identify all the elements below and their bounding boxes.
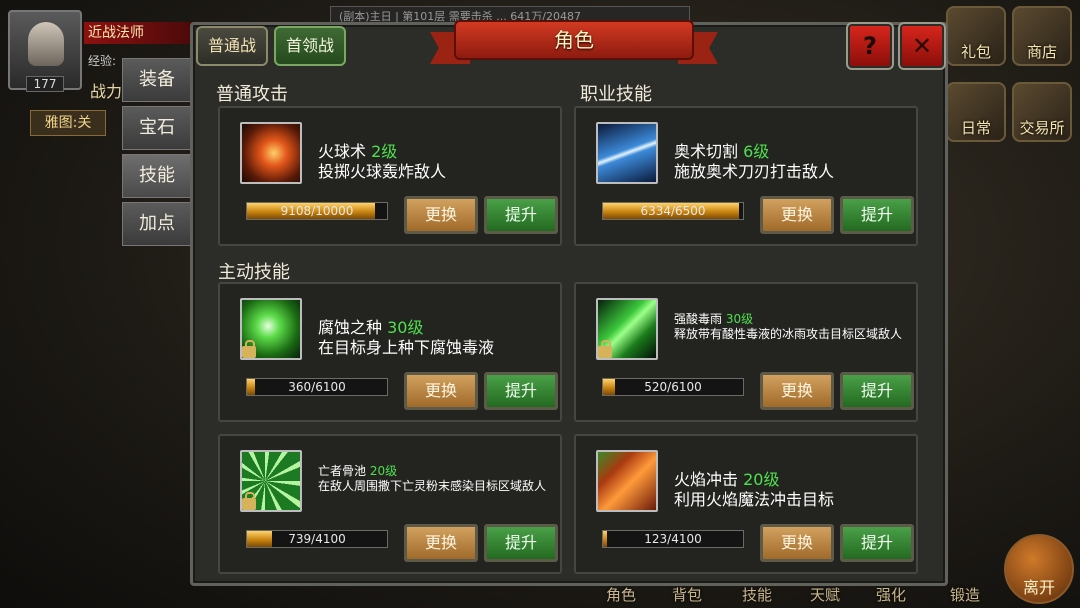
fireball-icon[interactable] xyxy=(240,122,302,184)
tab-skills[interactable]: 技能 xyxy=(122,154,192,198)
skill-exp-bar: 123/4100 xyxy=(602,530,744,548)
acid-rain-icon[interactable] xyxy=(596,298,658,360)
skill-card: 奥术切割 6级 施放奥术刀刃打击敌人 6334/6500 更换 提升 xyxy=(574,106,918,246)
swap-button[interactable]: 更换 xyxy=(404,196,478,234)
player-name: 近战法师 xyxy=(84,22,194,44)
lock-icon xyxy=(598,340,612,358)
exp-text: 9108/10000 xyxy=(280,204,354,218)
trade-button[interactable]: 交易所 xyxy=(1012,82,1072,142)
swap-button[interactable]: 更换 xyxy=(760,196,834,234)
lock-icon xyxy=(242,492,256,510)
skill-exp-bar: 739/4100 xyxy=(246,530,388,548)
arcane-slash-icon[interactable] xyxy=(596,122,658,184)
power-label: 战力 xyxy=(90,82,123,101)
swap-button[interactable]: 更换 xyxy=(404,372,478,410)
bone-pool-icon[interactable] xyxy=(240,450,302,512)
skill-card: 火焰冲击 20级 利用火焰魔法冲击目标 123/4100 更换 提升 xyxy=(574,434,918,574)
exp-text: 123/4100 xyxy=(644,532,702,546)
upgrade-button[interactable]: 提升 xyxy=(484,196,558,234)
skill-card: 强酸毒雨 30级 释放带有酸性毒液的冰雨攻击目标区域敌人 520/6100 更换… xyxy=(574,282,918,422)
exp-text: 360/6100 xyxy=(288,380,346,394)
upgrade-button[interactable]: 提升 xyxy=(840,372,914,410)
section-active-skill: 主动技能 xyxy=(218,262,290,283)
skill-desc: 释放带有酸性毒液的冰雨攻击目标区域敌人 xyxy=(674,327,903,341)
skill-exp-bar: 6334/6500 xyxy=(602,202,744,220)
skill-card: 火球术 2级 投掷火球轰炸敌人 9108/10000 更换 提升 xyxy=(218,106,562,246)
upgrade-button[interactable]: 提升 xyxy=(840,196,914,234)
player-level: 177 xyxy=(26,76,64,92)
section-class-skill: 职业技能 xyxy=(580,84,652,105)
close-button[interactable]: ✕ xyxy=(898,22,946,70)
bottom-enhance[interactable]: 强化 xyxy=(876,584,906,608)
close-icon: ✕ xyxy=(911,32,933,60)
panel-title: 角色 xyxy=(554,28,594,52)
tab-attributes[interactable]: 加点 xyxy=(122,202,192,246)
skill-exp-bar: 520/6100 xyxy=(602,378,744,396)
boss-battle-tab[interactable]: 首领战 xyxy=(274,26,346,66)
shop-button[interactable]: 商店 xyxy=(1012,6,1072,66)
bottom-skill[interactable]: 技能 xyxy=(742,584,772,608)
skill-desc: 在敌人周围撒下亡灵粉末感染目标区域敌人 xyxy=(318,479,547,493)
bottom-role[interactable]: 角色 xyxy=(606,584,636,608)
bottom-bag[interactable]: 背包 xyxy=(672,584,702,608)
daily-label: 日常 xyxy=(960,119,991,137)
gift-pack-label: 礼包 xyxy=(960,43,991,61)
lock-icon xyxy=(242,340,256,358)
tab-gems[interactable]: 宝石 xyxy=(122,106,192,150)
section-normal-attack: 普通攻击 xyxy=(216,84,288,105)
leave-label: 离开 xyxy=(1022,578,1055,597)
swap-button[interactable]: 更换 xyxy=(760,372,834,410)
exp-text: 520/6100 xyxy=(644,380,702,394)
hooded-mage-portrait xyxy=(28,22,64,66)
skill-card: 亡者骨池 20级 在敌人周围撒下亡灵粉末感染目标区域敌人 739/4100 更换… xyxy=(218,434,562,574)
swap-button[interactable]: 更换 xyxy=(404,524,478,562)
normal-battle-tab[interactable]: 普通战 xyxy=(196,26,268,66)
exp-text: 6334/6500 xyxy=(640,204,706,218)
daily-button[interactable]: 日常 xyxy=(946,82,1006,142)
question-icon: ? xyxy=(863,32,877,60)
gift-pack-button[interactable]: 礼包 xyxy=(946,6,1006,66)
map-button[interactable]: 雅图:关 xyxy=(30,110,106,136)
bottom-forge[interactable]: 锻造 xyxy=(950,584,980,608)
skill-card: 腐蚀之种 30级 在目标身上种下腐蚀毒液 360/6100 更换 提升 xyxy=(218,282,562,422)
skill-desc: 在目标身上种下腐蚀毒液 xyxy=(318,338,495,357)
flame-strike-icon[interactable] xyxy=(596,450,658,512)
corrosion-seed-icon[interactable] xyxy=(240,298,302,360)
exp-text: 739/4100 xyxy=(288,532,346,546)
swap-button[interactable]: 更换 xyxy=(760,524,834,562)
bottom-talent[interactable]: 天赋 xyxy=(810,584,840,608)
skill-desc: 投掷火球轰炸敌人 xyxy=(318,162,447,181)
title-ribbon: 角色 xyxy=(430,14,718,68)
skill-name: 亡者骨池 20级 xyxy=(318,464,398,478)
skill-desc: 施放奥术刀刃打击敌人 xyxy=(674,162,835,181)
shop-label: 商店 xyxy=(1026,43,1057,61)
skill-desc: 利用火焰魔法冲击目标 xyxy=(674,490,835,509)
trade-label: 交易所 xyxy=(1019,119,1065,137)
tab-equipment[interactable]: 装备 xyxy=(122,58,192,102)
upgrade-button[interactable]: 提升 xyxy=(484,372,558,410)
skill-exp-bar: 9108/10000 xyxy=(246,202,388,220)
skill-name: 强酸毒雨 30级 xyxy=(674,312,754,326)
upgrade-button[interactable]: 提升 xyxy=(840,524,914,562)
skill-exp-bar: 360/6100 xyxy=(246,378,388,396)
exp-label: 经验: xyxy=(88,54,117,68)
help-button[interactable]: ? xyxy=(846,22,894,70)
leave-button[interactable]: 离开 xyxy=(1004,534,1074,604)
upgrade-button[interactable]: 提升 xyxy=(484,524,558,562)
